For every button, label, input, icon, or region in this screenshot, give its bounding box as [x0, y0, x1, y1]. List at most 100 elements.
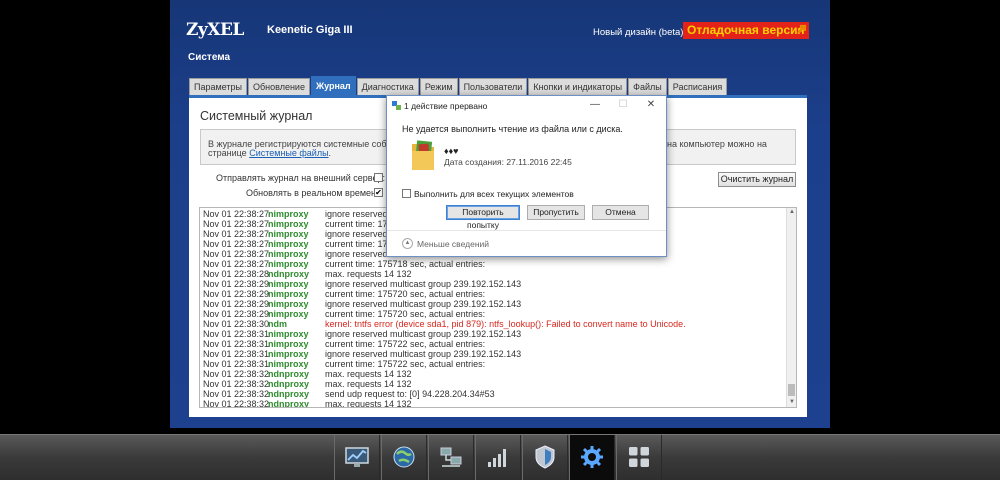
log-msg: ignore reserved i [325, 209, 393, 219]
tab-0[interactable]: Параметры [189, 78, 247, 95]
debug-badge: Отладочная версия [683, 22, 809, 39]
retry-button[interactable]: Повторить попытку [446, 205, 520, 230]
realtime-label: Обновлять в реальном времени: [246, 188, 384, 198]
dock-item-monitor-chart[interactable] [334, 435, 380, 480]
section-title: Система [188, 52, 231, 63]
log-date: Nov 01 22:38:32 [203, 389, 270, 399]
log-date: Nov 01 22:38:28 [203, 269, 270, 279]
new-design-link[interactable]: Новый дизайн (beta) [593, 27, 683, 38]
close-button[interactable]: ✕ [644, 98, 658, 112]
tab-8[interactable]: Расписания [667, 78, 728, 95]
log-date: Nov 01 22:38:29 [203, 309, 270, 319]
dock-item-gear[interactable] [569, 435, 615, 480]
skip-button[interactable]: Пропустить [527, 205, 585, 220]
log-date: Nov 01 22:38:27 [203, 249, 270, 259]
dock-item-signal-bars[interactable] [475, 435, 521, 480]
log-row: Nov 01 22:38:29 nimproxy ignore reserved m… [200, 299, 786, 309]
debug-arrow-icon[interactable] [795, 22, 809, 36]
log-src: nimproxy [268, 229, 309, 239]
file-name: ♦♦♥ [444, 146, 459, 156]
log-src: nimproxy [268, 219, 309, 229]
log-row: Nov 01 22:38:31 nimproxy ignore reserved m… [200, 329, 786, 339]
log-date: Nov 01 22:38:27 [203, 229, 270, 239]
log-row: Nov 01 22:38:30 ndm kernel: tntfs error (d… [200, 319, 786, 329]
log-date: Nov 01 22:38:32 [203, 369, 270, 379]
dock-item-globe[interactable] [381, 435, 427, 480]
tab-1[interactable]: Обновление [247, 78, 310, 95]
clear-log-button[interactable]: Очистить журнал [718, 172, 796, 187]
file-operation-dialog [386, 95, 667, 257]
log-msg: send udp request to: [0] 94.228.204.34#5… [325, 389, 495, 399]
signal-bars-icon [485, 444, 511, 472]
apply-all-checkbox[interactable] [402, 189, 411, 198]
log-date: Nov 01 22:38:29 [203, 299, 270, 309]
log-src: ndnproxy [268, 269, 310, 279]
log-row: Nov 01 22:38:29 nimproxy ignore reserved m… [200, 279, 786, 289]
dialog-message: Не удается выполнить чтение из файла или… [402, 124, 623, 134]
log-msg: ignore reserved multicast group 239.192.… [325, 279, 522, 289]
dock-item-apps-grid[interactable] [616, 435, 662, 480]
system-files-link[interactable]: Системные файлы [249, 148, 328, 158]
tab-5[interactable]: Пользователи [458, 78, 528, 95]
tab-4[interactable]: Режим [419, 78, 458, 95]
log-msg: ignore reserved multicast group 239.192.… [325, 299, 522, 309]
log-row: Nov 01 22:38:31 nimproxy current time: 175… [200, 339, 786, 349]
log-src: nimproxy [268, 279, 309, 289]
log-src: nimproxy [268, 309, 309, 319]
apply-all-label: Выполнить для всех текущих элементов [414, 189, 574, 199]
log-msg: max. requests 14 132 [325, 369, 412, 379]
log-date: Nov 01 22:38:29 [203, 279, 270, 289]
log-msg: max. requests 14 132 [325, 269, 412, 279]
log-date: Nov 01 22:38:30 [203, 319, 270, 329]
shield-icon [532, 444, 558, 472]
log-date: Nov 01 22:38:27 [203, 259, 270, 269]
globe-icon [391, 444, 417, 472]
tab-bar: Параметры Обновление Журнал Диагностика Режи… [189, 76, 728, 95]
log-date: Nov 01 22:38:31 [203, 359, 270, 369]
minimize-button[interactable]: — [588, 98, 602, 112]
chevron-up-icon[interactable]: ▲ [402, 238, 413, 249]
tab-2[interactable]: Журнал [310, 76, 356, 95]
dock-item-network-computers[interactable] [428, 435, 474, 480]
log-src: nimproxy [268, 329, 309, 339]
log-msg: max. requests 14 132 [325, 399, 412, 408]
scroll-up-icon[interactable]: ▲ [787, 208, 796, 217]
tab-3[interactable]: Диагностика [356, 78, 419, 95]
log-scrollbar[interactable]: ▲ ▼ [786, 208, 796, 407]
scroll-thumb[interactable] [788, 384, 795, 396]
page-title: Системный журнал [200, 109, 313, 123]
log-msg: kernel: tntfs error (device sda1, pid 87… [325, 319, 686, 329]
log-date: Nov 01 22:38:27 [203, 209, 270, 219]
scroll-down-icon[interactable]: ▼ [787, 398, 796, 407]
log-src: nimproxy [268, 249, 309, 259]
maximize-button[interactable]: ☐ [616, 98, 630, 112]
log-date: Nov 01 22:38:29 [203, 289, 270, 299]
cancel-button[interactable]: Отмена [592, 205, 649, 220]
log-date: Nov 01 22:38:31 [203, 339, 270, 349]
log-row: Nov 01 22:38:32 ndnproxy max. requests 14 … [200, 379, 786, 389]
model-name: Keenetic Giga III [267, 24, 353, 36]
log-src: nimproxy [268, 239, 309, 249]
info-text-suffix: . [328, 148, 332, 158]
apps-grid-icon [626, 444, 652, 472]
log-row: Nov 01 22:38:29 nimproxy current time: 175… [200, 289, 786, 299]
dock-item-shield[interactable] [522, 435, 568, 480]
realtime-checkbox[interactable]: ✔ [374, 188, 383, 197]
log-msg: ignore reserved multicast group 239.192.… [325, 329, 522, 339]
info-text-prefix: странице [208, 148, 250, 158]
log-row: Nov 01 22:38:32 ndnproxy send udp request … [200, 389, 786, 399]
log-date: Nov 01 22:38:27 [203, 239, 270, 249]
less-details-link[interactable]: Меньше сведений [417, 239, 489, 249]
external-server-checkbox[interactable] [374, 173, 383, 182]
log-row: Nov 01 22:38:27 nimproxy current time: 175… [200, 259, 786, 269]
log-src: nimproxy [268, 339, 309, 349]
log-date: Nov 01 22:38:32 [203, 399, 270, 408]
log-row: Nov 01 22:38:28 ndnproxy max. requests 14 … [200, 269, 786, 279]
tab-7[interactable]: Файлы [628, 78, 667, 95]
log-src: nimproxy [268, 349, 309, 359]
log-msg: current time: 175720 sec, actual entries… [325, 289, 486, 299]
log-src: nimproxy [268, 209, 309, 219]
log-src: nimproxy [268, 259, 309, 269]
external-server-label: Отправлять журнал на внешний сервер: [216, 173, 385, 183]
tab-6[interactable]: Кнопки и индикаторы [528, 78, 628, 95]
